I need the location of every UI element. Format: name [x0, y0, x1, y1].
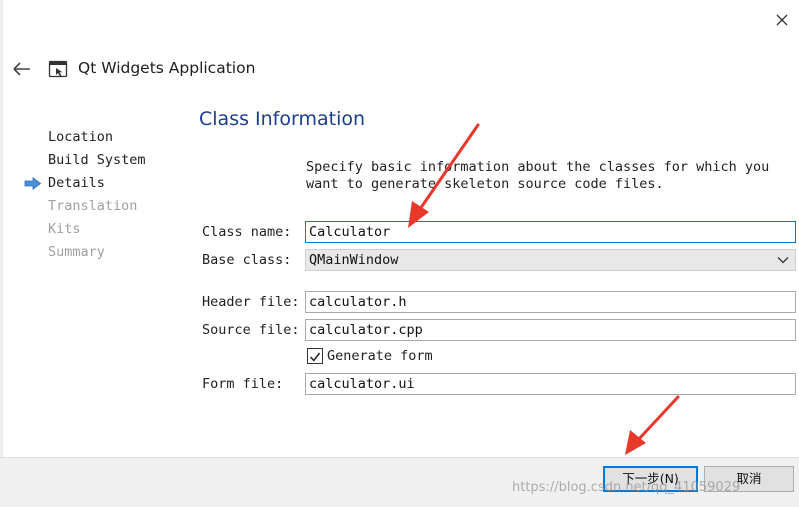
page-description: Specify basic information about the clas… [306, 159, 770, 192]
step-label: Translation [48, 198, 138, 214]
generate-form-checkbox[interactable] [307, 348, 323, 364]
step-label: Location [48, 129, 114, 145]
chevron-down-icon [777, 257, 789, 264]
step-translation: Translation [24, 195, 146, 218]
step-label: Kits [48, 221, 81, 237]
wizard-steps: Location Build System Details Translatio… [24, 126, 146, 264]
class-name-label: Class name: [202, 224, 292, 240]
current-step-arrow-icon [24, 177, 42, 190]
qt-window-icon [48, 60, 68, 78]
source-file-input[interactable]: calculator.cpp [305, 319, 796, 341]
step-label: Details [48, 175, 105, 191]
annotation-arrow-to-next-button [625, 395, 680, 455]
wizard-title: Qt Widgets Application [78, 59, 256, 77]
step-details: Details [24, 172, 146, 195]
step-label: Summary [48, 244, 105, 260]
step-kits: Kits [24, 218, 146, 241]
source-file-label: Source file: [202, 322, 300, 338]
step-location: Location [24, 126, 146, 149]
base-class-value: QMainWindow [309, 252, 399, 268]
window-edge [0, 0, 3, 506]
back-arrow-icon[interactable] [11, 60, 33, 78]
class-name-input[interactable]: Calculator [305, 221, 796, 243]
step-build-system: Build System [24, 149, 146, 172]
checkmark-icon [309, 352, 321, 362]
step-label: Build System [48, 152, 146, 168]
base-class-select[interactable]: QMainWindow [305, 249, 796, 271]
watermark: https://blog.csdn.net/qq_41059029 [512, 480, 741, 495]
header-file-input[interactable]: calculator.h [305, 291, 796, 313]
step-summary: Summary [24, 241, 146, 264]
header-file-label: Header file: [202, 294, 300, 310]
close-icon[interactable] [772, 10, 792, 30]
page-heading: Class Information [199, 108, 366, 130]
base-class-label: Base class: [202, 252, 292, 268]
wizard-dialog: Qt Widgets Application Location Build Sy… [0, 0, 799, 507]
form-file-input[interactable]: calculator.ui [305, 373, 796, 395]
form-file-label: Form file: [202, 376, 284, 392]
generate-form-label[interactable]: Generate form [327, 348, 433, 364]
